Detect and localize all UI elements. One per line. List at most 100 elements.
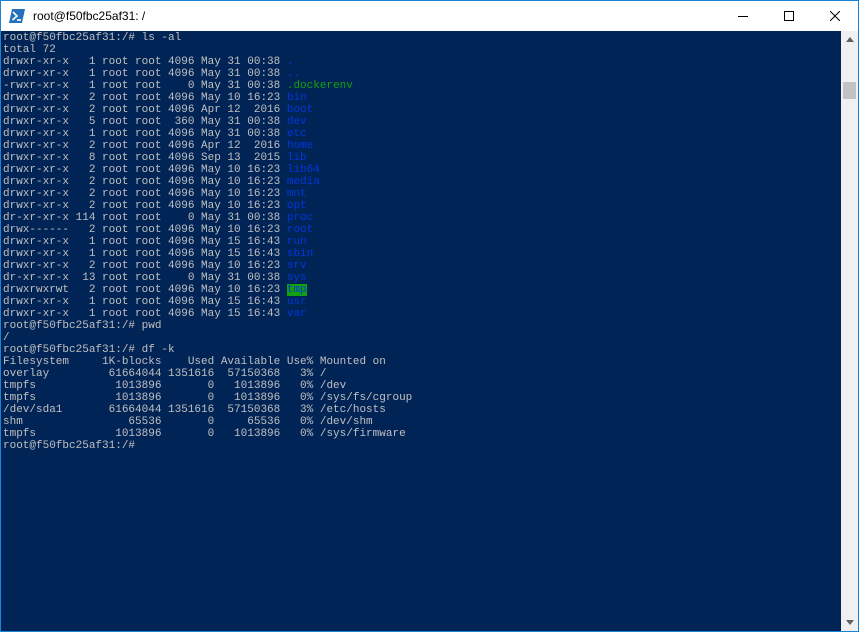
close-icon [830,11,840,21]
line-text: drwxr-xr-x 8 root root 4096 Sep 13 2015 [3,152,287,164]
line-text: root@f50fbc25af31:/# pwd [3,320,162,332]
line-text: tmpfs 1013896 0 1013896 0% /dev [3,380,347,392]
line-text: root@f50fbc25af31:/# df -k [3,344,175,356]
line-text: tmpfs 1013896 0 1013896 0% /sys/firmware [3,428,406,440]
scroll-down-button[interactable] [841,614,858,631]
directory-name: . [286,56,294,68]
directory-name: lib64 [286,164,320,176]
line-text: drwxr-xr-x 2 root root 4096 May 10 16:23 [3,260,287,272]
terminal-line: overlay 61664044 1351616 57150368 3% / [3,368,326,380]
minimize-button[interactable] [720,1,766,31]
terminal-line: drwxr-xr-x 1 root root 4096 May 15 16:43… [3,308,307,320]
directory-name: srv [286,260,307,272]
scroll-up-button[interactable] [841,31,858,48]
terminal-line: dr-xr-xr-x 114 root root 0 May 31 00:38 … [3,212,313,224]
terminal-line: -rwxr-xr-x 1 root root 0 May 31 00:38 .d… [3,80,353,92]
scroll-up-arrow-icon [845,37,854,42]
terminal-line: drwxr-xr-x 2 root root 4096 May 10 16:23… [3,200,307,212]
terminal-line: / [3,332,10,344]
terminal-line: tmpfs 1013896 0 1013896 0% /dev [3,380,346,392]
terminal-line: tmpfs 1013896 0 1013896 0% /sys/firmware [3,428,406,440]
line-text: drwxr-xr-x 2 root root 4096 May 10 16:23 [3,176,287,188]
powershell-icon [9,9,25,23]
directory-name: tmp [286,284,307,296]
terminal-line: drwxr-xr-x 1 root root 4096 May 31 00:38… [3,68,300,80]
directory-name: mnt [286,188,307,200]
terminal-line: drwxr-xr-x 2 root root 4096 May 10 16:23… [3,188,307,200]
line-text: drwx------ 2 root root 4096 May 10 16:23 [3,224,287,236]
title-bar[interactable]: root@f50fbc25af31: / [1,1,858,31]
terminal-window: root@f50fbc25af31: / root@f50fbc25af31:/… [0,0,859,632]
terminal-line: drwxr-xr-x 2 root root 4096 Apr 12 2016 … [3,140,313,152]
terminal-line: drwxr-xr-x 1 root root 4096 May 15 16:43… [3,236,307,248]
directory-name: .. [286,68,301,80]
terminal-output[interactable]: root@f50fbc25af31:/# ls -al total 72 drwxr… [1,31,841,631]
directory-name: sbin [286,248,314,260]
line-text: drwxr-xr-x 1 root root 4096 May 15 16:43 [3,308,287,320]
terminal-line: Filesystem 1K-blocks Used Available Use%… [3,356,386,368]
terminal-line: drwx------ 2 root root 4096 May 10 16:23… [3,224,313,236]
directory-name: home [286,140,314,152]
directory-name: lib [286,152,307,164]
line-text: tmpfs 1013896 0 1013896 0% /sys/fs/cgrou… [3,392,413,404]
line-text: drwxr-xr-x 5 root root 360 May 31 00:38 [3,116,287,128]
line-text: drwxr-xr-x 2 root root 4096 May 10 16:23 [3,200,287,212]
line-text: drwxr-xr-x 1 root root 4096 May 15 16:43 [3,296,287,308]
line-text: drwxr-xr-x 1 root root 4096 May 15 16:43 [3,236,287,248]
terminal-line: root@f50fbc25af31:/# ls -al [3,32,181,44]
line-text: -rwxr-xr-x 1 root root 0 May 31 00:38 [3,80,287,92]
line-text: drwxr-xr-x 2 root root 4096 Apr 12 2016 [3,140,287,152]
line-text: dr-xr-xr-x 114 root root 0 May 31 00:38 [3,212,287,224]
terminal-line: drwxr-xr-x 2 root root 4096 May 10 16:23… [3,164,320,176]
terminal-line: drwxr-xr-x 2 root root 4096 May 10 16:23… [3,176,320,188]
terminal-line: root@f50fbc25af31:/# df -k [3,344,175,356]
line-text: shm 65536 0 65536 0% /dev/shm [3,416,373,428]
terminal-line: tmpfs 1013896 0 1013896 0% /sys/fs/cgrou… [3,392,412,404]
vertical-scrollbar[interactable] [841,31,858,631]
file-name: .dockerenv [286,80,353,92]
window-title: root@f50fbc25af31: / [33,9,146,23]
line-text: drwxr-xr-x 2 root root 4096 May 10 16:23 [3,188,287,200]
directory-name: boot [286,104,314,116]
line-text: root@f50fbc25af31:/# [3,440,142,452]
line-text: total 72 [3,44,56,56]
terminal-line: /dev/sda1 61664044 1351616 57150368 3% /… [3,404,386,416]
directory-name: media [286,176,320,188]
minimize-icon [738,16,748,17]
terminal-line: dr-xr-xr-x 13 root root 0 May 31 00:38 s… [3,272,307,284]
directory-name: opt [286,200,307,212]
directory-name: sys [286,272,307,284]
terminal-line: drwxr-xr-x 1 root root 4096 May 31 00:38… [3,128,307,140]
terminal-line: drwxr-xr-x 2 root root 4096 May 10 16:23… [3,92,307,104]
terminal-line: drwxr-xr-x 8 root root 4096 Sep 13 2015 … [3,152,307,164]
directory-name: run [286,236,307,248]
line-text: drwxr-xr-x 2 root root 4096 May 10 16:23 [3,164,287,176]
terminal-line: drwxr-xr-x 2 root root 4096 May 10 16:23… [3,260,307,272]
terminal-line: shm 65536 0 65536 0% /dev/shm [3,416,373,428]
maximize-button[interactable] [766,1,812,31]
terminal-line: drwxr-xr-x 5 root root 360 May 31 00:38 … [3,116,307,128]
line-text: Filesystem 1K-blocks Used Available Use%… [3,356,386,368]
line-text: drwxr-xr-x 2 root root 4096 May 10 16:23 [3,92,287,104]
line-text: root@f50fbc25af31:/# ls -al [3,32,182,44]
directory-name: proc [286,212,314,224]
scrollbar-thumb[interactable] [843,82,856,99]
terminal-line: drwxr-xr-x 2 root root 4096 Apr 12 2016 … [3,104,313,116]
line-text: drwxr-xr-x 1 root root 4096 May 31 00:38 [3,68,287,80]
line-text: drwxr-xr-x 1 root root 4096 May 31 00:38 [3,128,287,140]
scroll-down-arrow-icon [845,620,854,625]
directory-name: etc [286,128,307,140]
directory-name: bin [286,92,307,104]
terminal-line: drwxr-xr-x 1 root root 4096 May 15 16:43… [3,296,307,308]
line-text: /dev/sda1 61664044 1351616 57150368 3% /… [3,404,386,416]
line-text: drwxr-xr-x 1 root root 4096 May 31 00:38 [3,56,287,68]
maximize-icon [784,11,794,21]
terminal-line: drwxrwxrwt 2 root root 4096 May 10 16:23… [3,284,307,296]
terminal-line: total 72 [3,44,56,56]
line-text: dr-xr-xr-x 13 root root 0 May 31 00:38 [3,272,287,284]
directory-name: usr [286,296,307,308]
directory-name: dev [286,116,307,128]
terminal-line: drwxr-xr-x 1 root root 4096 May 31 00:38… [3,56,293,68]
line-text: drwxr-xr-x 2 root root 4096 Apr 12 2016 [3,104,287,116]
close-button[interactable] [812,1,858,31]
